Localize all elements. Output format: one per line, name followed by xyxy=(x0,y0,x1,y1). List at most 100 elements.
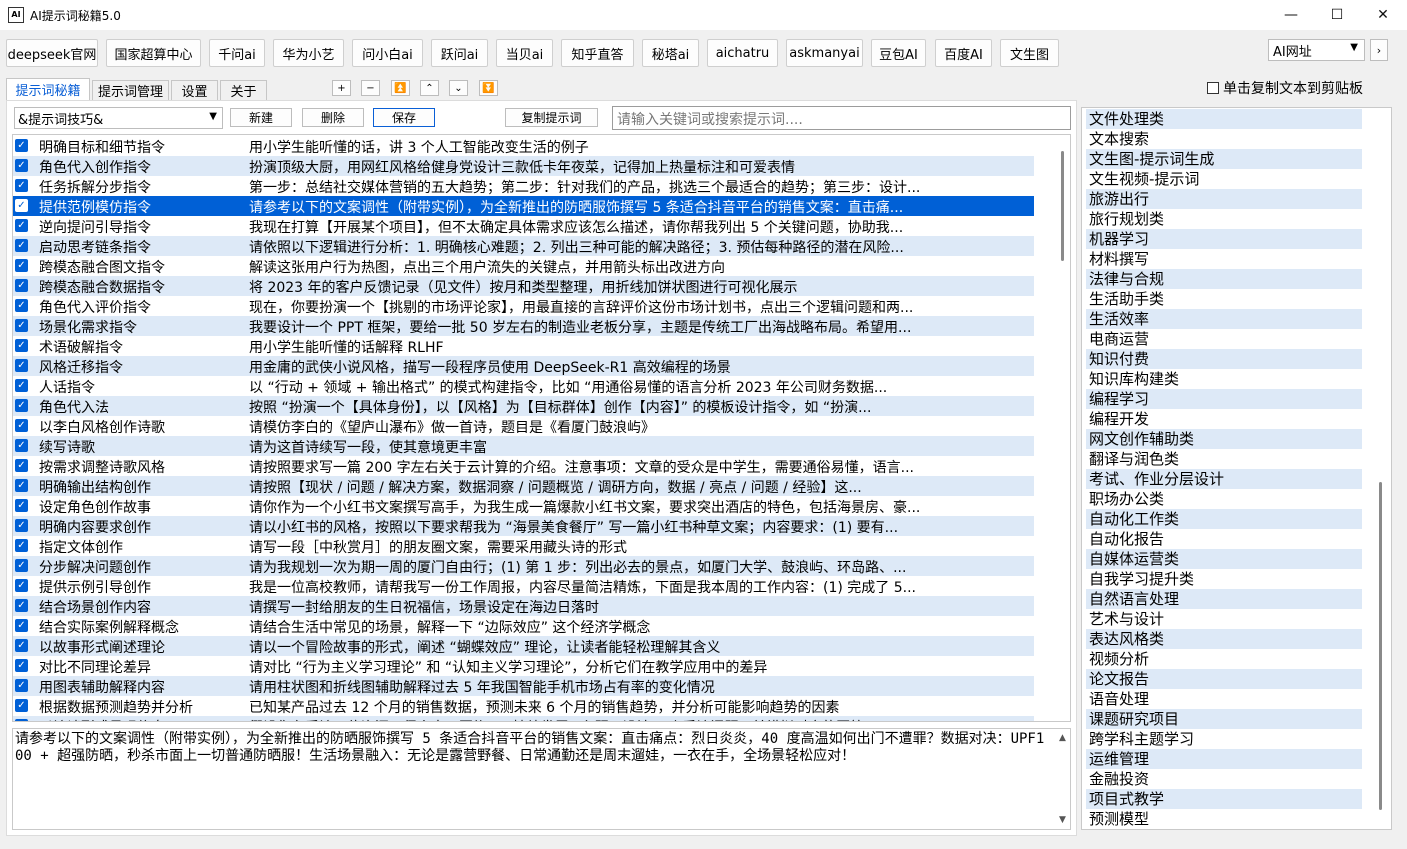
prompt-row[interactable]: ✓ 角色代入评价指令 现在，你要扮演一个【挑剔的市场评论家】，用最直接的言辞评价这份… xyxy=(13,296,1034,316)
prompt-row[interactable]: ✓ 跨模态融合图文指令 解读这张用户行为热图，点出三个用户流失的关键点，并用箭头标出… xyxy=(13,256,1034,276)
prompt-row[interactable]: ✓ 明确目标和细节指令 用小学生能听懂的话，讲 3 个人工智能改变生活的例子 xyxy=(13,136,1034,156)
category-item[interactable]: 机器学习 xyxy=(1086,229,1362,249)
prompt-row-checkbox[interactable]: ✓ xyxy=(15,279,28,292)
prompt-row[interactable]: ✓ 逆向提问引导指令 我现在打算【开展某个项目】，但不太确定具体需求应该怎么描述，请… xyxy=(13,216,1034,236)
site-button-wenxiaobai[interactable]: 问小白ai xyxy=(352,39,423,67)
prompt-row[interactable]: ✓ 根据数据预测趋势并分析 已知某产品过去 12 个月的销售数据，预测未来 6 个月… xyxy=(13,696,1034,716)
prompt-row[interactable]: ✓ 场景化需求指令 我要设计一个 PPT 框架，要给一批 50 岁左右的制造业老板分… xyxy=(13,316,1034,336)
prompt-row[interactable]: ✓ 分步解决问题创作 请为我规划一次为期一周的厦门自由行；(1) 第 1 步：列出必… xyxy=(13,556,1034,576)
prompt-row-checkbox[interactable]: ✓ xyxy=(15,299,28,312)
prompt-row[interactable]: ✓ 明确内容要求创作 请以小红书的风格，按照以下要求帮我为 “海景美食餐厅” 写一篇… xyxy=(13,516,1034,536)
prompt-row-checkbox[interactable]: ✓ xyxy=(15,339,28,352)
site-button-supercomputing[interactable]: 国家超算中心 xyxy=(106,39,201,67)
ai-site-select[interactable]: AI网址 ▼ xyxy=(1268,39,1365,61)
category-item[interactable]: 材料撰写 xyxy=(1086,249,1362,269)
prompt-row-checkbox[interactable]: ✓ xyxy=(15,319,28,332)
site-button-mita[interactable]: 秘塔ai xyxy=(642,39,699,67)
category-item[interactable]: 职场办公类 xyxy=(1086,489,1362,509)
prompt-row-checkbox[interactable]: ✓ xyxy=(15,139,28,152)
prompt-row-checkbox[interactable]: ✓ xyxy=(15,159,28,172)
prompt-row[interactable]: ✓ 结合场景创作内容 请撰写一封给朋友的生日祝福信，场景设定在海边日落时 xyxy=(13,596,1034,616)
category-item[interactable]: 预测模型 xyxy=(1086,809,1362,829)
category-item[interactable]: 自我学习提升类 xyxy=(1086,569,1362,589)
tab-prompt-book[interactable]: 提示词秘籍 xyxy=(6,78,90,100)
site-button-askmanyai[interactable]: askmanyai xyxy=(786,39,863,67)
maximize-button[interactable]: ☐ xyxy=(1314,0,1360,30)
prompt-row-checkbox[interactable]: ✓ xyxy=(15,479,28,492)
close-button[interactable]: ✕ xyxy=(1360,0,1406,30)
site-button-doubao[interactable]: 豆包AI xyxy=(871,39,926,67)
category-item[interactable]: 旅行规划类 xyxy=(1086,209,1362,229)
move-down-icon[interactable]: ⌄ xyxy=(449,80,468,96)
category-item[interactable]: 艺术与设计 xyxy=(1086,609,1362,629)
site-button-baidu[interactable]: 百度AI xyxy=(935,39,992,67)
prompt-row-checkbox[interactable]: ✓ xyxy=(15,399,28,412)
prompt-row-checkbox[interactable]: ✓ xyxy=(15,439,28,452)
prompt-row[interactable]: ✓ 跨模态融合数据指令 将 2023 年的客户反馈记录（见文件）按月和类型整理，用折… xyxy=(13,276,1034,296)
copy-to-clipboard-checkbox[interactable] xyxy=(1207,82,1219,94)
category-item[interactable]: 自然语言处理 xyxy=(1086,589,1362,609)
move-up-icon[interactable]: ⌃ xyxy=(420,80,439,96)
prompt-row[interactable]: ✓ 结合实际案例解释概念 请结合生活中常见的场景，解释一下 “边际效应” 这个经济学… xyxy=(13,616,1034,636)
category-item[interactable]: 知识付费 xyxy=(1086,349,1362,369)
copy-prompt-button[interactable]: 复制提示词 xyxy=(505,108,598,127)
tab-prompt-manage[interactable]: 提示词管理 xyxy=(92,80,169,100)
scroll-down-icon[interactable]: ▼ xyxy=(1059,815,1066,825)
prompt-row[interactable]: ✓ 续写诗歌 请为这首诗续写一段，使其意境更丰富 xyxy=(13,436,1034,456)
site-button-qianwen[interactable]: 千问ai xyxy=(209,39,265,67)
prompt-row-checkbox[interactable]: ✓ xyxy=(15,499,28,512)
category-item[interactable]: 视频分析 xyxy=(1086,649,1362,669)
category-item[interactable]: 编程学习 xyxy=(1086,389,1362,409)
category-item[interactable]: 文本搜索 xyxy=(1086,129,1362,149)
category-item[interactable]: 论文报告 xyxy=(1086,669,1362,689)
category-item[interactable]: 跨学科主题学习 xyxy=(1086,729,1362,749)
prompt-row-checkbox[interactable]: ✓ xyxy=(15,239,28,252)
category-item[interactable]: 知识库构建类 xyxy=(1086,369,1362,389)
category-item[interactable]: 文生视频-提示词 xyxy=(1086,169,1362,189)
prompt-row-checkbox[interactable]: ✓ xyxy=(15,359,28,372)
site-button-zhihu[interactable]: 知乎直答 xyxy=(561,39,634,67)
tab-about[interactable]: 关于 xyxy=(220,80,267,100)
site-button-xiaoyi[interactable]: 华为小艺 xyxy=(273,39,344,67)
category-item[interactable]: 电商运营 xyxy=(1086,329,1362,349)
prompt-row[interactable]: ✓ 以李白风格创作诗歌 请模仿李白的《望庐山瀑布》做一首诗，题目是《看厦门鼓浪屿》 xyxy=(13,416,1034,436)
category-item[interactable]: 语音处理 xyxy=(1086,689,1362,709)
prompt-row[interactable]: ✓ 风格迁移指令 用金庸的武侠小说风格，描写一段程序员使用 DeepSeek-R1 … xyxy=(13,356,1034,376)
category-item[interactable]: 表达风格类 xyxy=(1086,629,1362,649)
site-button-text-to-image[interactable]: 文生图 xyxy=(1000,39,1059,67)
category-item[interactable]: 自动化报告 xyxy=(1086,529,1362,549)
tab-settings[interactable]: 设置 xyxy=(171,80,218,100)
category-item[interactable]: 旅游出行 xyxy=(1086,189,1362,209)
copy-to-clipboard-option[interactable]: 单击复制文本到剪贴板 xyxy=(1207,78,1363,98)
move-bottom-icon[interactable]: ⏬ xyxy=(479,80,498,96)
prompt-row-checkbox[interactable]: ✓ xyxy=(15,519,28,532)
category-list-scrollbar[interactable] xyxy=(1379,482,1382,810)
prompt-row[interactable]: ✓ 角色代入法 按照 “扮演一个【具体身份】，以【风格】为【目标群体】创作【内容】”… xyxy=(13,396,1034,416)
prompt-row[interactable]: ✓ 按需求调整诗歌风格 请按照要求写一篇 200 字左右关于云计算的介绍。注意事项：… xyxy=(13,456,1034,476)
site-button-aichatru[interactable]: aichatru xyxy=(707,39,778,67)
go-button[interactable]: › xyxy=(1370,39,1388,61)
prompt-row-checkbox[interactable]: ✓ xyxy=(15,639,28,652)
prompt-row-checkbox[interactable]: ✓ xyxy=(15,699,28,712)
prompt-row[interactable]: ✓ 角色代入创作指令 扮演顶级大厨，用网红风格给健身党设计三款低卡年夜菜，记得加上热… xyxy=(13,156,1034,176)
category-item[interactable]: 金融投资 xyxy=(1086,769,1362,789)
prompt-row[interactable]: ✓ 以故事形式阐述理论 请以一个冒险故事的形式，阐述 “蝴蝶效应” 理论，让读者能轻… xyxy=(13,636,1034,656)
prompt-row[interactable]: ✓ 以访谈形式呈现信息 假设你在采访一位资深环保人士，围绕 “可持续发展” 主题，设… xyxy=(13,716,1034,721)
category-list[interactable]: 文件处理类 文本搜索 文生图-提示词生成 文生视频-提示词 旅游出行 旅行规划类 机器学习材… xyxy=(1081,107,1392,830)
prompt-row-checkbox[interactable]: ✓ xyxy=(15,579,28,592)
prompt-list-scrollbar[interactable] xyxy=(1061,151,1064,261)
delete-button[interactable]: 删除 xyxy=(302,108,364,127)
prompt-row-checkbox[interactable]: ✓ xyxy=(15,219,28,232)
category-item[interactable]: 自动化工作类 xyxy=(1086,509,1362,529)
prompt-row-checkbox[interactable]: ✓ xyxy=(15,679,28,692)
prompt-row[interactable]: ✓ 明确输出结构创作 请按照【现状 / 问题 / 解决方案，数据洞察 / 问题概览 … xyxy=(13,476,1034,496)
add-icon[interactable]: + xyxy=(332,80,351,96)
prompt-row-checkbox[interactable]: ✓ xyxy=(15,619,28,632)
category-item[interactable]: 翻译与润色类 xyxy=(1086,449,1362,469)
category-item[interactable]: 生活助手类 xyxy=(1086,289,1362,309)
prompt-row[interactable]: ✓ 设定角色创作故事 请你作为一个小红书文案撰写高手，为我生成一篇爆款小红书文案，要… xyxy=(13,496,1034,516)
scroll-up-icon[interactable]: ▲ xyxy=(1059,733,1066,743)
category-item[interactable]: 编程开发 xyxy=(1086,409,1362,429)
category-select[interactable]: &提示词技巧& ▼ xyxy=(14,107,223,129)
remove-icon[interactable]: − xyxy=(361,80,380,96)
